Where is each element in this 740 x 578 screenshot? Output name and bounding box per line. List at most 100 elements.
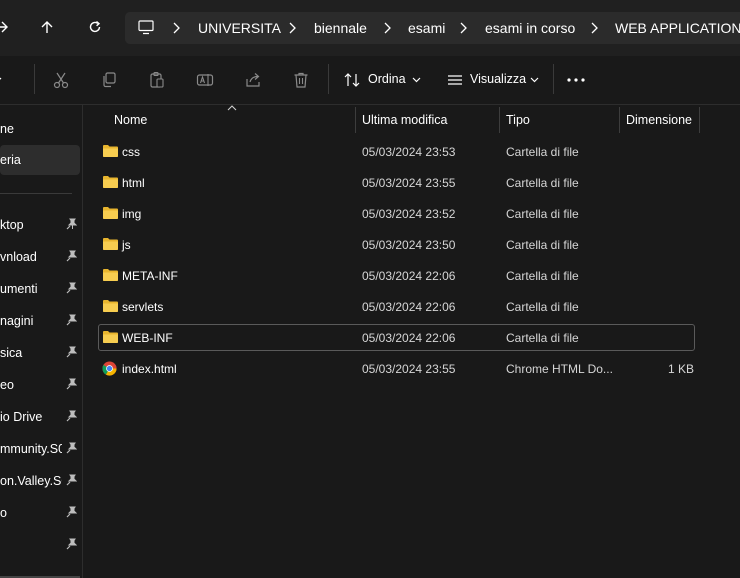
sidebar-item-label: eria [0,153,21,167]
file-name: index.html [122,362,177,376]
file-name: css [122,145,140,159]
column-header-size[interactable]: Dimensione [626,106,692,134]
chevron-right-icon [172,22,180,34]
folder-icon [102,144,119,158]
sidebar-item-documents[interactable]: umenti [0,274,80,304]
column-divider[interactable] [619,107,620,133]
file-name: img [122,207,142,221]
file-name: js [122,238,131,252]
chevron-right-icon [590,22,598,34]
pin-icon[interactable] [66,506,77,518]
folder-icon [102,299,119,313]
file-modified: 05/03/2024 23:55 [362,176,456,190]
column-header-modified[interactable]: Ultima modifica [362,106,447,134]
sidebar-item-label: eo [0,378,14,392]
file-type: Cartella di file [506,145,579,159]
pin-icon[interactable] [66,378,77,390]
sidebar-item-downloads[interactable]: vnload [0,242,80,272]
pin-icon[interactable] [66,410,77,422]
file-modified: 05/03/2024 22:06 [362,331,456,345]
column-header-type[interactable]: Tipo [506,106,530,134]
share-icon[interactable] [242,69,264,91]
this-pc-icon [138,20,154,35]
folder-icon [102,206,119,220]
copy-icon[interactable] [98,69,120,91]
address-bar[interactable]: UNIVERSITA biennale esami esami in corso… [125,12,740,44]
breadcrumb-item[interactable]: esami [408,12,445,44]
file-row[interactable]: servlets 05/03/2024 22:06 Cartella di fi… [98,294,695,320]
chrome-icon [102,361,117,376]
file-row[interactable]: img 05/03/2024 23:52 Cartella di file [98,201,695,227]
file-row[interactable]: html 05/03/2024 23:55 Cartella di file [98,170,695,196]
pin-icon[interactable] [66,442,77,454]
file-name: html [122,176,145,190]
file-modified: 05/03/2024 23:55 [362,362,456,376]
column-header-name[interactable]: Nome [114,106,147,134]
sort-button[interactable]: Ordina [368,72,406,86]
sidebar-item-label: nagini [0,314,34,328]
pin-icon[interactable] [66,314,77,326]
file-row[interactable]: META-INF 05/03/2024 22:06 Cartella di fi… [98,263,695,289]
pin-icon[interactable] [66,282,77,294]
sidebar-item-pictures[interactable]: nagini [0,306,80,336]
breadcrumb-item[interactable]: biennale [314,12,367,44]
rename-icon[interactable] [194,69,216,91]
cut-icon[interactable] [50,69,72,91]
pin-icon[interactable] [66,538,77,550]
file-type: Cartella di file [506,269,579,283]
sidebar-item-community[interactable]: mmunity.S02 [0,434,80,464]
delete-icon[interactable] [290,69,312,91]
forward-arrow-icon[interactable] [0,13,16,41]
chevron-right-icon [383,22,391,34]
toolbar-divider [328,64,329,94]
sidebar-item-studio-drive[interactable]: io Drive [0,402,80,432]
chevron-down-icon[interactable] [405,69,427,91]
file-row[interactable]: WEB-INF 05/03/2024 22:06 Cartella di fil… [98,324,695,351]
sidebar-divider [0,193,72,194]
file-type: Cartella di file [506,331,579,345]
pin-icon[interactable] [66,250,77,262]
sidebar-item-pinned[interactable]: o [0,498,80,528]
up-arrow-icon[interactable] [33,13,61,41]
pin-icon[interactable] [66,474,77,486]
more-options-icon[interactable] [565,69,587,91]
breadcrumb-item[interactable]: WEB APPLICATIONS [615,12,740,44]
chevron-down-icon[interactable] [0,69,8,91]
navigation-pane: ne eria ktop vnload umenti nagini sica e… [0,105,82,578]
sidebar-item-videos[interactable]: eo [0,370,80,400]
sidebar-item-home[interactable]: ne [0,114,80,144]
pin-icon[interactable] [66,218,77,230]
refresh-icon[interactable] [81,13,109,41]
breadcrumb-item[interactable]: esami in corso [485,12,575,44]
paste-icon[interactable] [146,69,168,91]
file-list: Nome Ultima modifica Tipo Dimensione css… [83,105,740,578]
chevron-down-icon[interactable] [523,69,545,91]
sidebar-item-label: ktop [0,218,24,232]
file-row[interactable]: index.html 05/03/2024 23:55 Chrome HTML … [98,356,695,382]
sidebar-item-silicon-valley[interactable]: on.Valley.S02 [0,466,80,496]
file-type: Chrome HTML Do... [506,362,613,376]
sort-icon[interactable] [341,69,363,91]
view-button[interactable]: Visualizza [470,72,526,86]
column-divider[interactable] [355,107,356,133]
sidebar-item-label: umenti [0,282,38,296]
file-row[interactable]: css 05/03/2024 23:53 Cartella di file [98,139,695,165]
pin-icon[interactable] [66,346,77,358]
folder-icon [102,237,119,251]
file-modified: 05/03/2024 23:53 [362,145,456,159]
column-divider[interactable] [499,107,500,133]
column-divider[interactable] [699,107,700,133]
file-modified: 05/03/2024 23:52 [362,207,456,221]
sidebar-item-music[interactable]: sica [0,338,80,368]
view-icon[interactable] [444,69,466,91]
sidebar-item-desktop[interactable]: ktop [0,210,80,240]
file-type: Cartella di file [506,238,579,252]
file-modified: 05/03/2024 23:50 [362,238,456,252]
breadcrumb-item[interactable]: UNIVERSITA [198,12,281,44]
sidebar-item-pinned[interactable] [0,530,80,560]
sidebar-item-gallery[interactable]: eria [0,145,80,175]
chevron-right-icon [288,22,296,34]
file-name: META-INF [122,269,178,283]
file-modified: 05/03/2024 22:06 [362,300,456,314]
file-row[interactable]: js 05/03/2024 23:50 Cartella di file [98,232,695,258]
